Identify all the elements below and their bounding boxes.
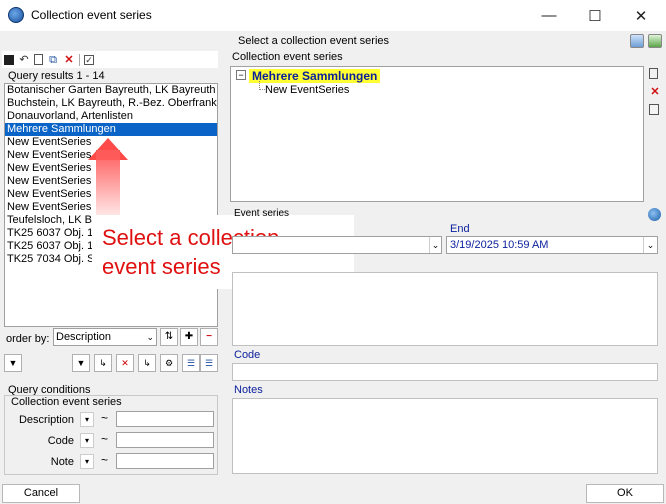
event-series-label: Event series (234, 208, 290, 219)
code-tilde: ~ (101, 432, 109, 446)
table-view-icon[interactable] (630, 34, 644, 48)
code-condition-label: Code (47, 435, 74, 447)
code-input[interactable] (232, 363, 658, 381)
chevron-down-icon[interactable]: ⌄ (643, 237, 657, 253)
tree-root-node[interactable]: Mehrere Sammlungen (249, 69, 381, 83)
end-label: End (450, 223, 470, 235)
arrow-shaft (96, 150, 120, 220)
left-toolbar: ↶ ⧉ ✕ ✓ (2, 51, 218, 68)
description-operator-dropdown[interactable]: ▾ (80, 412, 94, 427)
query-conditions-subtitle: Collection event series (11, 396, 122, 408)
note-operator-dropdown[interactable]: ▾ (80, 454, 94, 469)
copy-icon[interactable]: ⧉ (47, 54, 59, 66)
globe-icon[interactable] (648, 208, 661, 221)
notes-textarea[interactable] (232, 398, 658, 474)
note-condition-label: Note (50, 456, 74, 468)
chevron-down-icon[interactable]: ⌄ (429, 237, 441, 253)
end-date-value: 3/19/2025 10:59 AM (450, 239, 549, 251)
maximize-button[interactable]: ☐ (572, 0, 618, 31)
note-tilde: ~ (101, 453, 109, 467)
code-operator-dropdown[interactable]: ▾ (80, 433, 94, 448)
collapse-icon[interactable]: − (236, 70, 246, 80)
cancel-button[interactable]: Cancel (2, 484, 80, 503)
new-document-icon[interactable] (649, 68, 658, 79)
reduce-list-icon[interactable]: ↳ (138, 354, 156, 372)
save-icon[interactable] (4, 54, 14, 65)
run-query-icon[interactable]: ✚ (180, 328, 198, 346)
order-by-select[interactable]: Description ⌄ (53, 328, 157, 346)
more-options-button[interactable]: ▼ (4, 354, 22, 372)
sort-direction-icon[interactable]: ⇅ (160, 328, 178, 346)
delete-icon[interactable]: ✕ (63, 54, 75, 66)
export-icon[interactable] (648, 34, 662, 48)
order-by-label: order by: (6, 333, 50, 345)
header-label: Select a collection event series (238, 35, 390, 47)
description-query-input[interactable] (116, 411, 214, 427)
toolbar-divider (79, 53, 80, 66)
new-icon[interactable] (34, 54, 43, 65)
add-to-list-icon[interactable]: ↳ (94, 354, 112, 372)
window-title: Collection event series (31, 8, 152, 22)
remove-icon[interactable]: − (200, 328, 218, 346)
description-label: Description (18, 414, 74, 426)
delete-icon[interactable]: ✕ (649, 86, 661, 98)
chevron-down-icon: ⌄ (146, 332, 154, 342)
code-query-input[interactable] (116, 432, 214, 448)
undo-icon[interactable]: ↶ (18, 54, 30, 66)
settings-icon[interactable]: ⚙ (160, 354, 178, 372)
document-icon[interactable] (649, 104, 659, 115)
code-label: Code (234, 349, 261, 361)
notes-label: Notes (234, 384, 263, 396)
order-by-value: Description (56, 331, 112, 343)
end-date-field[interactable]: 3/19/2025 10:59 AM ⌄ (446, 236, 658, 254)
minimize-button[interactable]: — (526, 0, 572, 31)
description-tilde: ~ (101, 411, 109, 425)
tree-label: Collection event series (232, 51, 343, 63)
checkbox-icon[interactable]: ✓ (84, 54, 94, 65)
list-item[interactable]: Donauvorland, Artenlisten (5, 110, 217, 123)
list-item[interactable]: Buchstein, LK Bayreuth, R.-Bez. Oberfran… (5, 97, 217, 110)
list-view-icon[interactable]: ☰ (182, 354, 200, 372)
filter-icon[interactable]: ▼ (72, 354, 90, 372)
list-item[interactable]: Mehrere Sammlungen (5, 123, 217, 136)
ok-button[interactable]: OK (586, 484, 664, 503)
grid-view-icon[interactable]: ☰ (200, 354, 218, 372)
app-globe-icon (8, 7, 24, 23)
tree-child-node[interactable]: New EventSeries (265, 84, 349, 96)
query-results-label: Query results 1 - 14 (8, 70, 105, 82)
remove-filter-icon[interactable]: ✕ (116, 354, 134, 372)
close-button[interactable]: ✕ (618, 0, 664, 31)
start-date-field[interactable]: ⌄ (232, 236, 442, 254)
description-textarea[interactable] (232, 272, 658, 346)
list-item[interactable]: Botanischer Garten Bayreuth, LK Bayreuth (5, 84, 217, 97)
note-query-input[interactable] (116, 453, 214, 469)
